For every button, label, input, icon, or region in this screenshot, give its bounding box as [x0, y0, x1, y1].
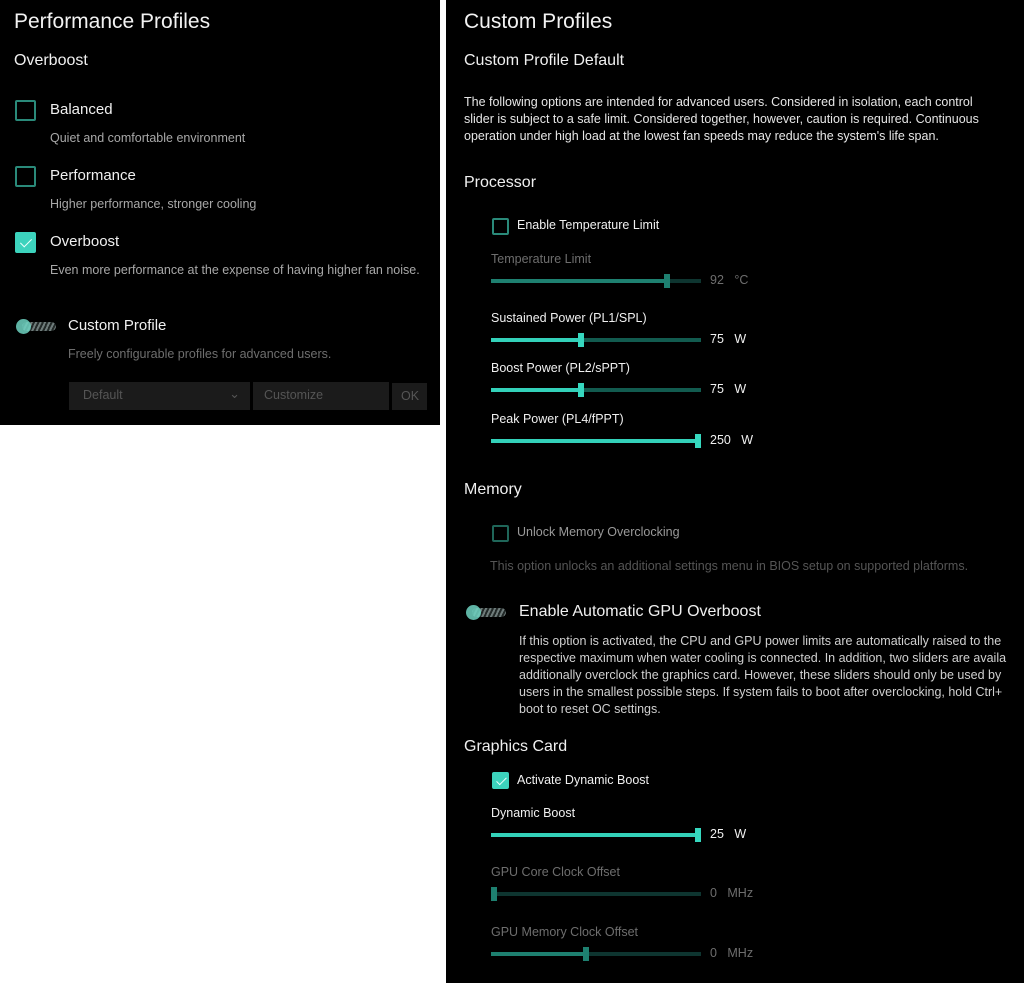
value-unit: MHz	[727, 946, 754, 960]
customize-button[interactable]: Customize	[253, 382, 389, 410]
profile-dropdown[interactable]: Default ⌄	[69, 382, 250, 410]
value-number: 75	[710, 382, 724, 396]
unlock-memory-oc-label: Unlock Memory Overclocking	[517, 525, 680, 539]
slider-value: 75 W	[710, 332, 746, 346]
current-profile-label: Overboost	[14, 52, 88, 69]
slider-fill	[491, 833, 701, 837]
memory-heading: Memory	[464, 481, 522, 498]
slider[interactable]	[491, 828, 701, 842]
slider-label: Boost Power (PL2/sPPT)	[491, 361, 630, 375]
slider[interactable]	[491, 274, 701, 288]
toggle-knob	[16, 319, 31, 334]
activate-dynamic-boost-label: Activate Dynamic Boost	[517, 773, 649, 787]
unlock-memory-oc-checkbox[interactable]	[492, 525, 509, 542]
activate-dynamic-boost-checkbox[interactable]	[492, 772, 509, 789]
slider-label: Temperature Limit	[491, 252, 592, 266]
slider-value: 92 °C	[710, 273, 748, 287]
toggle-knob	[466, 605, 481, 620]
balanced-checkbox[interactable]	[15, 100, 36, 121]
slider-label: Dynamic Boost	[491, 806, 576, 820]
gpu-overboost-toggle[interactable]	[466, 605, 508, 620]
graphics-card-heading: Graphics Card	[464, 738, 568, 755]
slider-thumb[interactable]	[695, 828, 701, 842]
memory-note: This option unlocks an additional settin…	[490, 559, 969, 573]
slider-fill	[491, 338, 582, 342]
profile-label: Performance	[50, 167, 136, 184]
value-number: 25	[710, 827, 724, 841]
ok-label: OK	[401, 389, 420, 403]
slider-thumb[interactable]	[578, 383, 585, 397]
value-unit: W	[734, 332, 747, 346]
slider-thumb[interactable]	[695, 434, 701, 448]
slider-label: GPU Memory Clock Offset	[491, 925, 639, 939]
value-number: 0	[710, 886, 717, 900]
profile-description: Even more performance at the expense of …	[50, 263, 420, 277]
dropdown-value: Default	[83, 388, 123, 402]
value-number: 92	[710, 273, 724, 287]
value-unit: MHz	[727, 886, 754, 900]
panel-title: Custom Profiles	[464, 10, 613, 33]
slider[interactable]	[491, 333, 701, 347]
chevron-down-icon: ⌄	[229, 386, 240, 401]
slider-label: GPU Core Clock Offset	[491, 865, 620, 879]
enable-temperature-limit-label: Enable Temperature Limit	[517, 218, 660, 232]
slider-fill	[491, 952, 586, 956]
performance-profiles-panel: Performance Profiles Overboost Balanced …	[0, 0, 440, 425]
profile-label: Balanced	[50, 101, 113, 118]
slider-fill	[491, 279, 668, 283]
enable-temperature-limit-checkbox[interactable]	[492, 218, 509, 235]
slider-thumb[interactable]	[582, 947, 589, 961]
custom-profile-description: Freely configurable profiles for advance…	[68, 347, 332, 361]
custom-profiles-panel: Custom Profiles Custom Profile Default T…	[446, 0, 1024, 983]
slider-rail	[491, 892, 701, 896]
slider-label: Sustained Power (PL1/SPL)	[491, 311, 647, 325]
slider[interactable]	[491, 434, 701, 448]
value-number: 0	[710, 946, 717, 960]
slider-value: 25 W	[710, 827, 746, 841]
slider-thumb[interactable]	[491, 887, 497, 901]
custom-profile-label: Custom Profile	[68, 317, 167, 334]
page-title: Performance Profiles	[14, 10, 211, 33]
slider-value: 0 MHz	[710, 886, 753, 900]
slider-thumb[interactable]	[664, 274, 671, 288]
value-number: 75	[710, 332, 724, 346]
overboost-checkbox[interactable]	[15, 232, 36, 253]
performance-checkbox[interactable]	[15, 166, 36, 187]
profile-description: Quiet and comfortable environment	[50, 131, 246, 145]
slider[interactable]	[491, 383, 701, 397]
custom-profile-toggle[interactable]	[16, 319, 58, 334]
value-unit: W	[741, 433, 754, 447]
value-unit: °C	[734, 273, 749, 287]
slider-value: 250 W	[710, 433, 753, 447]
intro-text: The following options are intended for a…	[464, 95, 979, 143]
slider-value: 75 W	[710, 382, 746, 396]
slider-fill	[491, 439, 701, 443]
slider-thumb[interactable]	[578, 333, 585, 347]
slider-value: 0 MHz	[710, 946, 753, 960]
customize-label: Customize	[264, 388, 324, 402]
value-number: 250	[710, 433, 731, 447]
slider[interactable]	[491, 887, 701, 901]
profile-label: Overboost	[50, 233, 120, 250]
processor-heading: Processor	[464, 174, 537, 191]
slider-fill	[491, 388, 582, 392]
gpu-overboost-label: Enable Automatic GPU Overboost	[519, 603, 761, 620]
ok-button[interactable]: OK	[392, 383, 427, 410]
gpu-overboost-description: If this option is activated, the CPU and…	[519, 634, 1007, 716]
profile-description: Higher performance, stronger cooling	[50, 197, 257, 211]
profile-subtitle: Custom Profile Default	[464, 52, 625, 69]
slider[interactable]	[491, 947, 701, 961]
value-unit: W	[734, 382, 747, 396]
slider-label: Peak Power (PL4/fPPT)	[491, 412, 624, 426]
value-unit: W	[734, 827, 747, 841]
